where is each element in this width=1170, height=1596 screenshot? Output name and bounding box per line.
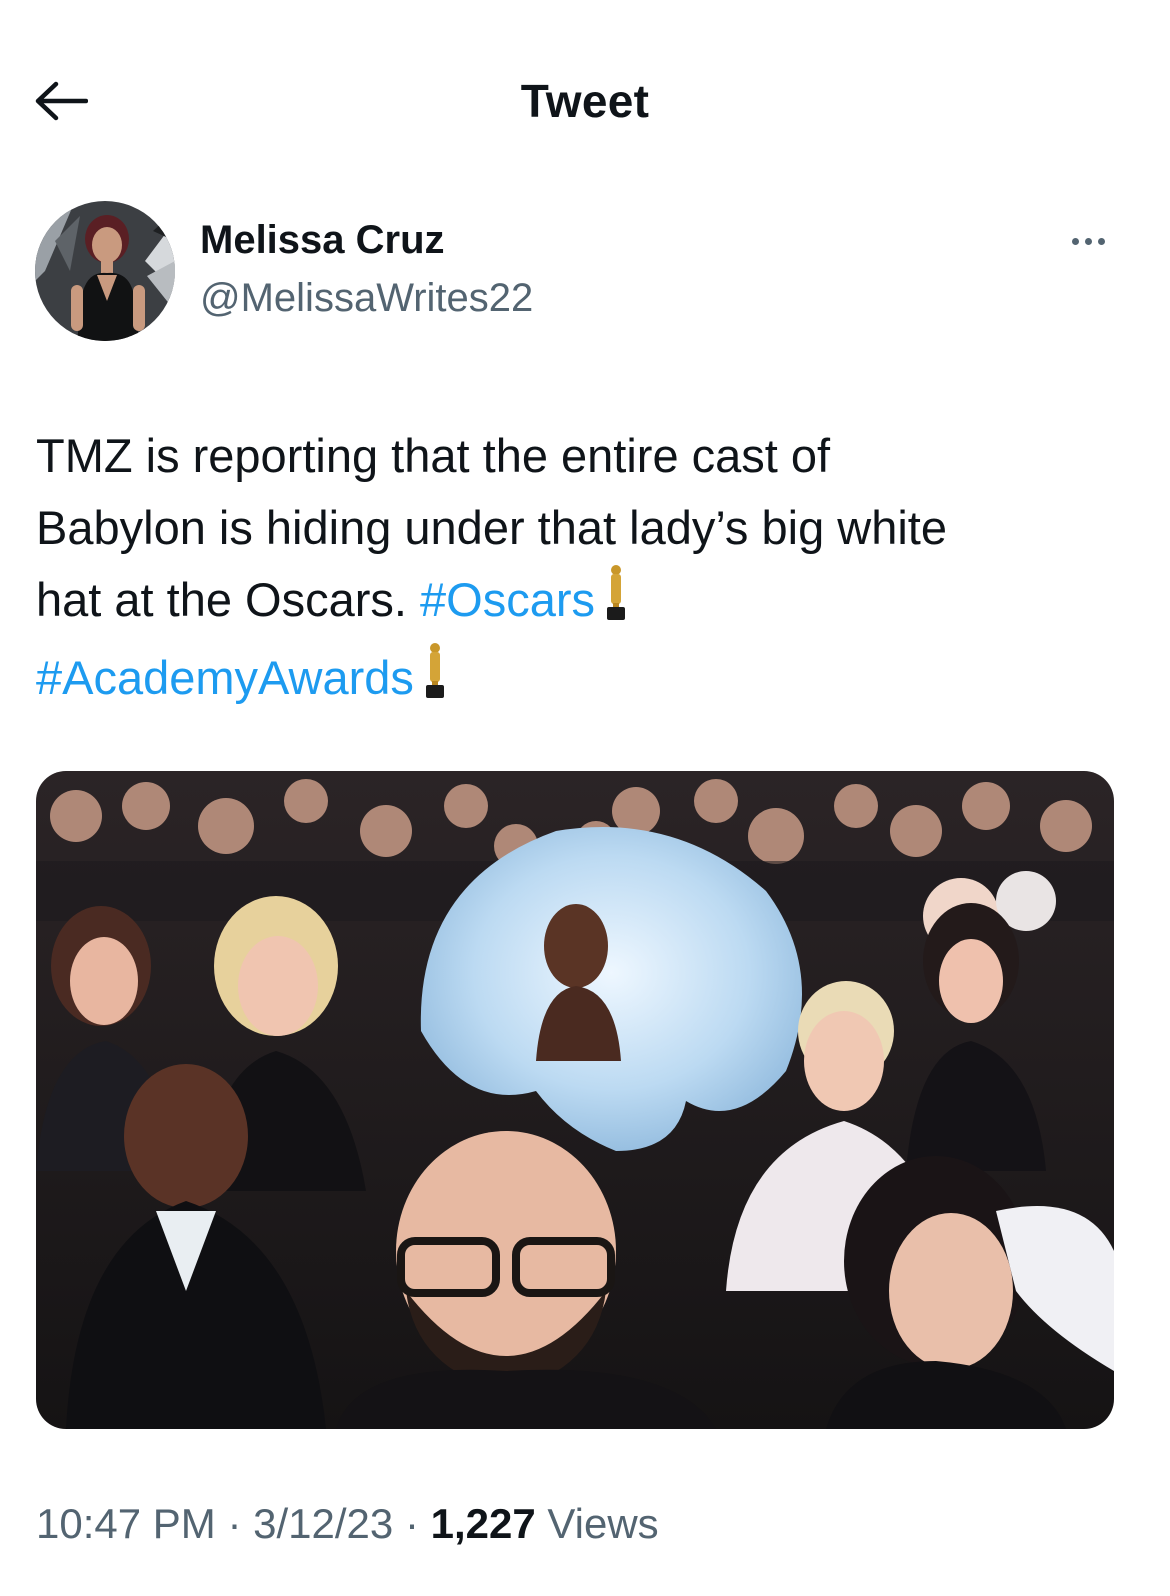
oscar-trophy-emoji — [424, 642, 446, 720]
meta-separator: · — [404, 1500, 419, 1547]
tweet-photo[interactable] — [36, 771, 1114, 1429]
views-label: Views — [547, 1500, 659, 1547]
oscar-trophy-emoji — [605, 564, 627, 642]
views-count: 1,227 — [430, 1500, 536, 1547]
more-dots-icon — [1071, 237, 1079, 245]
tweet-text-line: #AcademyAwards — [36, 642, 1136, 720]
tweet-date[interactable]: 3/12/23 — [253, 1500, 393, 1547]
tweet-text-line: Babylon is hiding under that lady’s big … — [36, 501, 947, 554]
tweet-meta: 10:47 PM · 3/12/23 · 1,227 Views — [36, 1500, 659, 1548]
page-title: Tweet — [520, 75, 650, 127]
tweet-time[interactable]: 10:47 PM — [36, 1500, 216, 1547]
more-options-button[interactable] — [1060, 226, 1116, 256]
author-handle[interactable]: @MelissaWrites22 — [200, 276, 533, 321]
tweet-text-line: TMZ is reporting that the entire cast of — [36, 429, 831, 482]
hashtag-oscars-link[interactable]: #Oscars — [420, 573, 595, 626]
hashtag-academyawards-link[interactable]: #AcademyAwards — [36, 651, 414, 704]
avatar[interactable] — [35, 201, 175, 341]
top-bar: Tweet — [0, 0, 1170, 200]
tweet-text-line: hat at the Oscars. #Oscars — [36, 564, 1136, 642]
tweet-text: TMZ is reporting that the entire cast of… — [36, 420, 1136, 720]
tweet-text-line-end: hat at the Oscars. — [36, 573, 407, 626]
meta-separator: · — [227, 1500, 242, 1547]
author-name[interactable]: Melissa Cruz — [200, 218, 445, 263]
